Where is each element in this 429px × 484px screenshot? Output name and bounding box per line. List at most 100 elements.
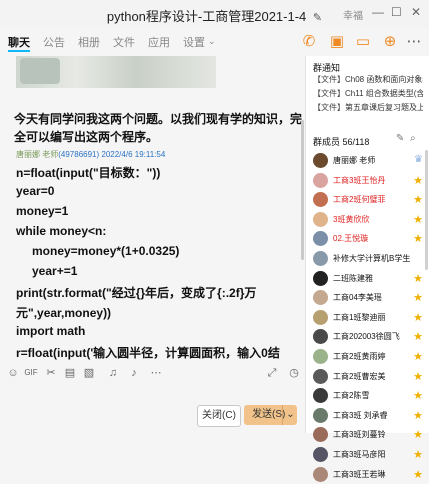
member-name: 唐丽娜 老师	[333, 156, 376, 165]
send-button[interactable]: 发送(S) ⌄	[244, 405, 297, 425]
members-scrollbar[interactable]	[425, 150, 428, 270]
avatar[interactable]	[313, 290, 328, 306]
image-icon[interactable]: ▧	[82, 366, 96, 380]
avatar[interactable]	[313, 172, 328, 188]
voice-call-icon[interactable]: ✆	[300, 33, 318, 51]
code-line: year=0	[16, 184, 55, 198]
expand-icon[interactable]: ⤢	[265, 366, 279, 380]
title-bar: python程序设计-工商管理2021-1-4 ✎ 幸福 — ☐ ✕	[0, 0, 429, 28]
avatar[interactable]	[313, 309, 328, 325]
member-item[interactable]: 二班陈建雅 ★	[313, 270, 425, 288]
member-item[interactable]: 工商3班 刘承睿 ★	[313, 407, 425, 425]
tab-announcement[interactable]: 公告	[43, 34, 65, 50]
music-icon[interactable]: ♫	[106, 366, 120, 380]
file-name: Ch11 组合数据类型(含	[345, 89, 423, 98]
member-item[interactable]: 补修大学计算机B学生	[313, 250, 425, 268]
member-item[interactable]: 工商04李美瑶 ★	[313, 289, 425, 307]
folder-icon[interactable]: ▤	[63, 366, 77, 380]
file-item[interactable]: 【文件】Ch08 函数和面向对象编	[313, 74, 423, 85]
member-item[interactable]: 工商202003徐圆飞 ★	[313, 328, 425, 346]
maximize-button[interactable]: ☐	[391, 5, 402, 19]
avatar[interactable]	[313, 349, 328, 364]
member-item[interactable]: 工商2陈雪 ★	[313, 387, 425, 405]
chat-scrollbar[interactable]	[301, 120, 304, 260]
gif-icon[interactable]: GIF	[24, 366, 38, 380]
star-icon: ★	[413, 292, 423, 305]
member-item[interactable]: 工商3班马彦阳 ★	[313, 446, 425, 464]
more-tools-icon[interactable]: ⋯	[149, 366, 163, 380]
member-item[interactable]: 02.王悦璇 ★	[313, 230, 425, 248]
avatar[interactable]	[313, 447, 328, 462]
avatar[interactable]	[313, 427, 328, 443]
member-name: 工商3班 刘承睿	[333, 410, 388, 420]
search-icon[interactable]: ⌕	[410, 133, 416, 144]
member-item[interactable]: 工商1班黎迪丽 ★	[313, 309, 425, 327]
star-icon: ★	[413, 390, 423, 403]
history-icon[interactable]: ◷	[287, 366, 301, 380]
avatar[interactable]	[313, 231, 328, 247]
minimize-button[interactable]: —	[372, 5, 384, 19]
member-item[interactable]: 工商3班刘蔓铃 ★	[313, 426, 425, 444]
settings-dropdown-icon[interactable]: ⌄	[208, 36, 216, 47]
scissors-icon[interactable]: ✂	[44, 366, 58, 380]
edit-icon[interactable]: ✎	[396, 133, 404, 144]
member-item[interactable]: 工商3班王怡丹 ★	[313, 172, 425, 190]
file-tag: 【文件】	[313, 103, 345, 112]
tab-album[interactable]: 相册	[78, 34, 100, 50]
sender-id[interactable]: (49786691)	[58, 150, 99, 159]
tab-files[interactable]: 文件	[113, 34, 135, 50]
avatar[interactable]	[313, 368, 328, 384]
file-item[interactable]: 【文件】Ch11 组合数据类型(含	[313, 88, 423, 99]
member-item[interactable]: 工商2班黄雨婷 ★	[313, 348, 425, 366]
code-line: year+=1	[32, 264, 78, 278]
avatar[interactable]	[313, 192, 328, 208]
star-icon: ★	[413, 370, 423, 383]
code-line: r=float(input('输入圆半径，计算圆面积，输入0结	[16, 346, 280, 360]
tab-chat[interactable]: 聊天	[8, 34, 30, 50]
code-line: 元",year,money))	[16, 306, 112, 320]
send-label: 发送(S)	[252, 409, 286, 420]
close-button[interactable]: 关闭(C)	[197, 405, 241, 427]
emoji-icon[interactable]: ☺	[6, 366, 20, 380]
file-tag: 【文件】	[313, 89, 345, 98]
sender-name[interactable]: 唐丽娜 老师	[16, 150, 58, 159]
image-message[interactable]	[16, 56, 216, 88]
star-icon: ★	[413, 429, 423, 442]
avatar[interactable]	[313, 153, 328, 168]
chat-area: 今天有同学问我这两个问题。以我们现有学的知识，完 全可以编写出这两个程序。 唐丽…	[0, 56, 305, 362]
video-call-icon[interactable]: ▣	[328, 33, 346, 51]
avatar[interactable]	[313, 211, 328, 227]
member-name: 工商2班黄雨婷	[333, 352, 386, 361]
member-name: 工商2班曹宏美	[333, 371, 386, 381]
notice-title: 群通知	[313, 63, 341, 73]
star-icon: ★	[413, 272, 423, 285]
member-item[interactable]: 唐丽娜 老师 ♛	[313, 152, 425, 170]
avatar[interactable]	[313, 407, 328, 423]
member-item[interactable]: 工商2班何璧菲 ★	[313, 191, 425, 209]
star-icon: ★	[413, 194, 423, 207]
star-icon: ★	[413, 351, 423, 363]
add-icon[interactable]: ⊕	[381, 33, 399, 51]
file-item[interactable]: 【文件】第五章课后复习题及上	[313, 102, 423, 113]
send-options-icon[interactable]: ⌄	[282, 405, 298, 425]
avatar[interactable]	[313, 329, 328, 345]
tab-bar: 聊天 公告 相册 文件 应用 设置 ⌄	[0, 28, 300, 54]
member-item[interactable]: 工商2班曹宏美 ★	[313, 368, 425, 386]
screen-share-icon[interactable]: ▭	[354, 33, 372, 51]
member-item[interactable]: 工商3班王若琳 ★	[313, 466, 425, 484]
user-name: 幸福	[343, 11, 363, 22]
more-icon[interactable]: ⋯	[405, 33, 423, 51]
file-name: Ch08 函数和面向对象编	[345, 75, 423, 84]
avatar[interactable]	[313, 251, 328, 266]
tab-apps[interactable]: 应用	[148, 34, 170, 50]
edit-title-icon[interactable]: ✎	[313, 12, 322, 24]
avatar[interactable]	[313, 270, 328, 286]
tab-settings[interactable]: 设置	[183, 34, 205, 50]
file-name: 第五章课后复习题及上	[345, 103, 423, 112]
avatar[interactable]	[313, 388, 328, 404]
member-item[interactable]: 3班黄欣欣 ★	[313, 211, 425, 229]
close-window-button[interactable]: ✕	[411, 5, 421, 19]
avatar[interactable]	[313, 466, 328, 482]
member-name: 3班黄欣欣	[333, 214, 370, 224]
bell-icon[interactable]: ♪	[127, 366, 141, 380]
